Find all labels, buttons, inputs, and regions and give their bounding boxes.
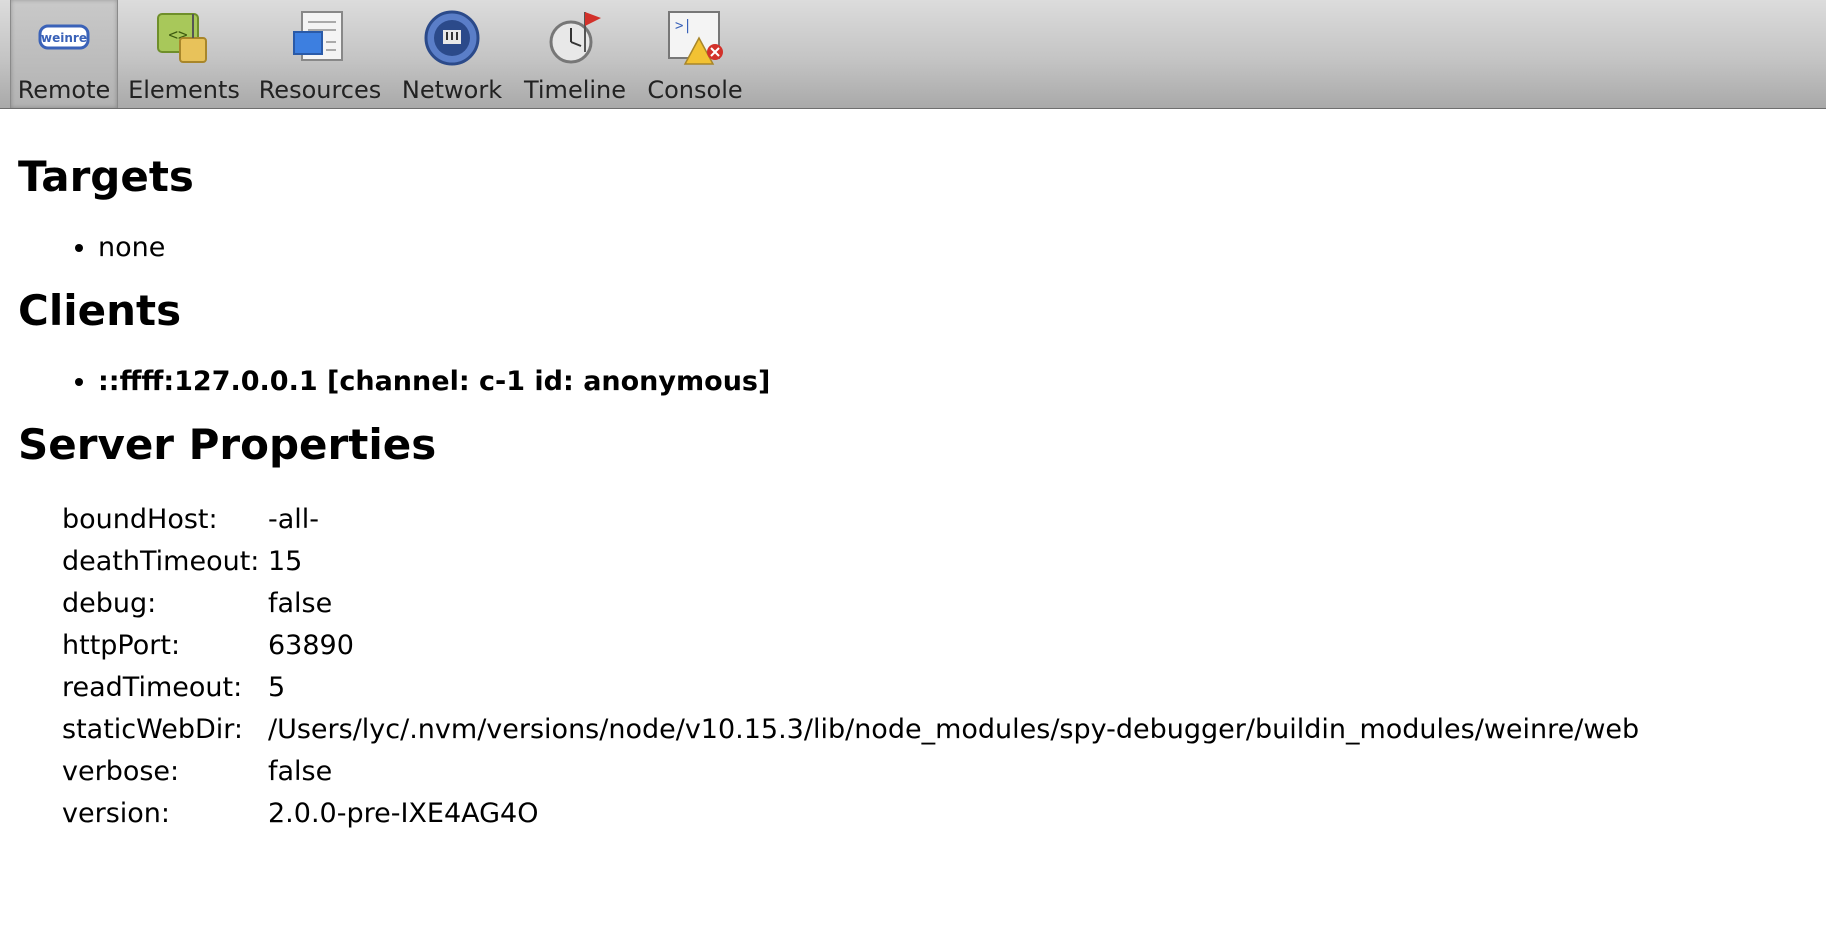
targets-list: none [18, 226, 698, 270]
property-row: version: 2.0.0-pre-IXE4AG4O [62, 792, 1639, 834]
property-key: httpPort: [62, 629, 181, 661]
server-properties-heading: Server Properties [18, 420, 437, 469]
svg-text:weinre: weinre [41, 31, 87, 45]
property-value: false [268, 755, 333, 787]
property-value: 2.0.0-pre-IXE4AG4O [268, 797, 539, 829]
timeline-icon [549, 12, 601, 64]
property-row: staticWebDir: /Users/lyc/.nvm/versions/no… [62, 708, 1639, 750]
target-item: none [98, 226, 698, 270]
tab-resources[interactable]: Resources [256, 0, 384, 108]
property-row: httpPort: 63890 [62, 624, 1639, 666]
network-icon [424, 10, 480, 66]
weinre-logo-icon: weinre [38, 24, 90, 50]
property-value: 15 [268, 545, 303, 577]
property-key: staticWebDir: [62, 713, 244, 745]
tab-timeline[interactable]: Timeline [518, 0, 632, 108]
property-value: 63890 [268, 629, 354, 661]
server-properties-table: boundHost: -all- deathTimeout: 15 debug: fa… [62, 498, 1639, 834]
property-key: readTimeout: [62, 671, 243, 703]
property-row: debug: false [62, 582, 1639, 624]
svg-text:>|: >| [675, 18, 692, 34]
tab-network[interactable]: Network [396, 0, 508, 108]
tab-resources-label: Resources [258, 76, 382, 104]
resources-icon [293, 11, 343, 61]
clients-list: ::ffff:127.0.0.1 [channel: c-1 id: anony… [18, 360, 998, 404]
property-key: version: [62, 797, 170, 829]
property-value: false [268, 587, 333, 619]
property-row: readTimeout: 5 [62, 666, 1639, 708]
tab-timeline-label: Timeline [523, 76, 627, 104]
property-key: deathTimeout: [62, 545, 260, 577]
tab-remote-label: Remote [17, 76, 111, 104]
console-icon: >| [668, 11, 723, 65]
tab-elements[interactable]: <> Elements [122, 0, 246, 108]
property-key: boundHost: [62, 503, 218, 535]
elements-icon: <> [157, 13, 207, 63]
tab-elements-label: Elements [128, 76, 240, 104]
tab-network-label: Network [401, 76, 503, 104]
toolbar: weinre Remote <> Elements Resources Netw… [0, 0, 1826, 109]
property-row: verbose: false [62, 750, 1639, 792]
property-row: boundHost: -all- [62, 498, 1639, 540]
property-value: 5 [268, 671, 286, 703]
tab-remote[interactable]: weinre Remote [10, 0, 118, 108]
client-item[interactable]: ::ffff:127.0.0.1 [channel: c-1 id: anony… [98, 360, 998, 404]
targets-heading: Targets [18, 152, 194, 201]
property-key: verbose: [62, 755, 180, 787]
property-row: deathTimeout: 15 [62, 540, 1639, 582]
tab-console[interactable]: >| Console [640, 0, 750, 108]
property-value: /Users/lyc/.nvm/versions/node/v10.15.3/l… [268, 713, 1640, 745]
property-key: debug: [62, 587, 157, 619]
tab-console-label: Console [647, 76, 743, 104]
property-value: -all- [268, 503, 320, 535]
clients-heading: Clients [18, 286, 182, 335]
